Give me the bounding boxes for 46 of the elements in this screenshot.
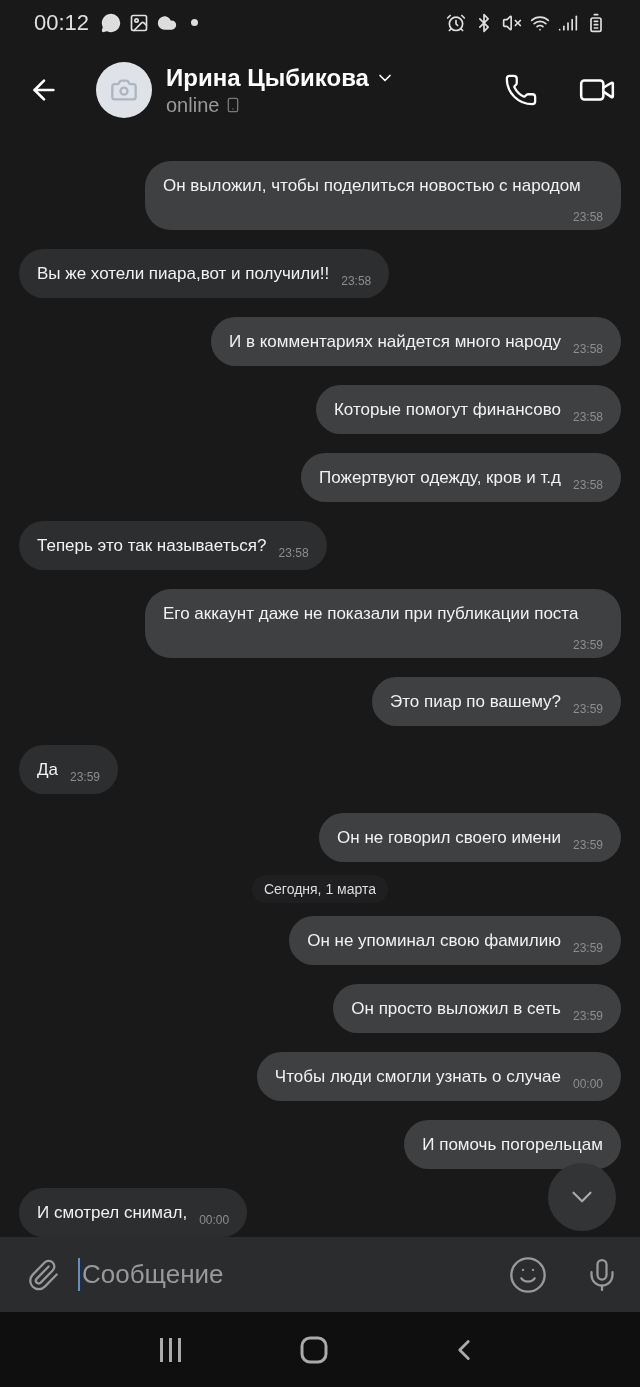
outgoing-message[interactable]: Чтобы люди смогли узнать о случае 00:00 — [256, 1052, 621, 1101]
outgoing-message[interactable]: Его аккаунт даже не показали при публикации поста 23:59 — [145, 589, 621, 658]
message-time: 23:58 — [341, 274, 372, 288]
outgoing-message[interactable]: Которые помогут финансово 23:58 — [315, 385, 621, 434]
message-time: 23:59 — [572, 941, 603, 955]
incoming-message[interactable]: Да 23:59 — [19, 745, 118, 794]
home-button[interactable] — [299, 1335, 328, 1364]
outgoing-message[interactable]: Это пиар по вашему? 23:59 — [372, 677, 621, 726]
message-time: 23:58 — [278, 546, 309, 560]
outgoing-message[interactable]: Он не упоминал свою фамилию 23:59 — [289, 916, 621, 965]
image-icon — [129, 12, 150, 33]
message-composer[interactable]: Сообщение — [0, 1237, 640, 1312]
recent-apps-button[interactable] — [159, 1337, 181, 1362]
message-time: 23:58 — [572, 410, 603, 424]
message-time: 23:59 — [572, 838, 603, 852]
mute-icon — [502, 12, 522, 33]
online-status: online — [166, 93, 220, 117]
status-time: 00:12 — [34, 9, 90, 36]
message-time: 23:59 — [69, 770, 100, 784]
message-time: 23:58 — [572, 210, 603, 224]
date-separator: Сегодня, 1 марта — [251, 875, 388, 903]
attach-button[interactable] — [26, 1257, 60, 1292]
message-field[interactable]: Сообщение — [78, 1258, 490, 1291]
message-time: 23:59 — [572, 638, 603, 652]
outgoing-message[interactable]: Он просто выложил в сеть 23:59 — [333, 984, 621, 1033]
outgoing-message[interactable]: Он не говорил своего имени 23:59 — [319, 813, 621, 862]
alarm-icon — [446, 12, 466, 33]
outgoing-message[interactable]: Он выложил, чтобы поделиться новостью с народом 23:58 — [145, 161, 621, 230]
avatar[interactable] — [96, 62, 152, 118]
emoji-button[interactable] — [508, 1254, 548, 1295]
incoming-message[interactable]: Теперь это так называеться? 23:58 — [19, 521, 327, 570]
message-time: 23:58 — [572, 478, 603, 492]
outgoing-message[interactable]: И в комментариях найдется много народу 23:58 — [211, 317, 621, 366]
message-time: 23:59 — [572, 702, 603, 716]
incoming-message[interactable]: И смотрел снимал, 00:00 — [19, 1188, 248, 1237]
incoming-message[interactable]: Вы же хотели пиара,вот и получили!! 23:58 — [19, 249, 390, 298]
message-time: 00:00 — [199, 1213, 230, 1227]
call-button[interactable] — [504, 73, 538, 107]
message-time: 23:58 — [572, 342, 603, 356]
contact-name[interactable]: Ирина Цыбикова — [166, 63, 369, 92]
outgoing-message[interactable]: Пожертвуют одежду, кров и т.д 23:58 — [301, 453, 621, 502]
message-time: 00:00 — [572, 1077, 603, 1091]
outgoing-message[interactable]: И помочь погорельцам — [404, 1120, 621, 1169]
message-time: 23:59 — [572, 1009, 603, 1023]
chat-bubble-icon — [101, 12, 122, 33]
dot-icon — [191, 19, 199, 26]
